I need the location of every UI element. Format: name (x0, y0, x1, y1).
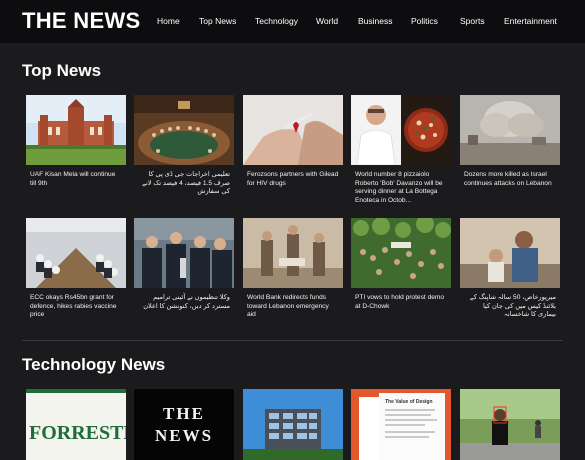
news-headline: World number 8 pizzaiolo Roberto 'Bob' D… (355, 171, 443, 204)
tech-news-card[interactable] (243, 389, 343, 460)
news-thumbnail (351, 218, 451, 288)
news-thumbnail (134, 95, 234, 165)
news-headline: وکلا تنظیموں نے آئینی ترامیم مسترد کر دی… (143, 294, 230, 310)
main-nav: Home Top News Technology World Business … (0, 16, 585, 28)
news-card[interactable]: ECC okays Rs45bn grant for defence, hike… (26, 218, 126, 320)
nav-world[interactable]: World (316, 16, 338, 26)
news-thumbnail (460, 95, 560, 165)
news-headline: میرپورخاص، 50 سالہ شاپنگ کے بلائنڈ کیس م… (469, 294, 556, 319)
section-divider (22, 340, 563, 341)
news-card[interactable]: World Bank redirects funds toward Lebano… (243, 218, 343, 320)
nav-technology[interactable]: Technology (255, 16, 298, 26)
news-card[interactable]: تعلیمی اخراجات جی ڈی پی کا صرف 1.5 فیصد،… (134, 95, 234, 197)
news-card[interactable]: Dozens more killed as Israel continues a… (460, 95, 560, 188)
logo-line-2: NEWS (155, 426, 213, 445)
news-headline: UAF Kisan Mela will continue till 9th (30, 171, 116, 187)
forrester-thumbnail: FORRESTER (26, 389, 126, 460)
site-header: THE NEWS Home Top News Technology World … (0, 0, 585, 43)
nav-business[interactable]: Business (358, 16, 393, 26)
the-news-logo-thumbnail: THE NEWS (134, 389, 234, 460)
tech-news-card[interactable]: THE NEWS (134, 389, 234, 460)
nav-top-news[interactable]: Top News (199, 16, 236, 26)
nav-entertainment[interactable]: Entertainment (504, 16, 557, 26)
news-headline: World Bank redirects funds toward Lebano… (247, 294, 329, 319)
nav-politics[interactable]: Politics (411, 16, 438, 26)
news-card[interactable]: وکلا تنظیموں نے آئینی ترامیم مسترد کر دی… (134, 218, 234, 311)
design-card-title: The Value of Design (385, 399, 433, 405)
news-card[interactable]: UAF Kisan Mela will continue till 9th (26, 95, 126, 188)
forrester-wordmark: FORRESTER (29, 422, 126, 444)
top-news-heading: Top News (22, 61, 102, 80)
building-thumbnail (243, 389, 343, 460)
news-thumbnail (26, 218, 126, 288)
news-headline: Ferozsons partners with Gilead for HIV d… (247, 171, 339, 187)
tech-news-card[interactable]: FORRESTER (26, 389, 126, 460)
news-headline: Dozens more killed as Israel continues a… (464, 171, 552, 187)
technology-news-heading: Technology News (22, 355, 166, 374)
news-thumbnail (351, 95, 451, 165)
news-card[interactable]: World number 8 pizzaiolo Roberto 'Bob' D… (351, 95, 451, 205)
tech-news-card[interactable] (460, 389, 560, 460)
nav-sports[interactable]: Sports (460, 16, 485, 26)
logo-line-1: THE (163, 404, 205, 423)
design-article-thumbnail: The Value of Design (351, 389, 451, 460)
street-camera-thumbnail (460, 389, 560, 460)
news-thumbnail (26, 95, 126, 165)
news-card[interactable]: Ferozsons partners with Gilead for HIV d… (243, 95, 343, 188)
news-thumbnail (134, 218, 234, 288)
news-headline: تعلیمی اخراجات جی ڈی پی کا صرف 1.5 فیصد،… (142, 171, 230, 196)
nav-home[interactable]: Home (157, 16, 180, 26)
tech-news-card[interactable]: The Value of Design (351, 389, 451, 460)
news-thumbnail (243, 218, 343, 288)
news-thumbnail (243, 95, 343, 165)
news-headline: PTI vows to hold protest demo at D-Chowk (355, 294, 445, 310)
news-card[interactable]: PTI vows to hold protest demo at D-Chowk (351, 218, 451, 311)
news-card[interactable]: میرپورخاص، 50 سالہ شاپنگ کے بلائنڈ کیس م… (460, 218, 560, 320)
news-thumbnail (460, 218, 560, 288)
news-headline: ECC okays Rs45bn grant for defence, hike… (30, 294, 117, 319)
